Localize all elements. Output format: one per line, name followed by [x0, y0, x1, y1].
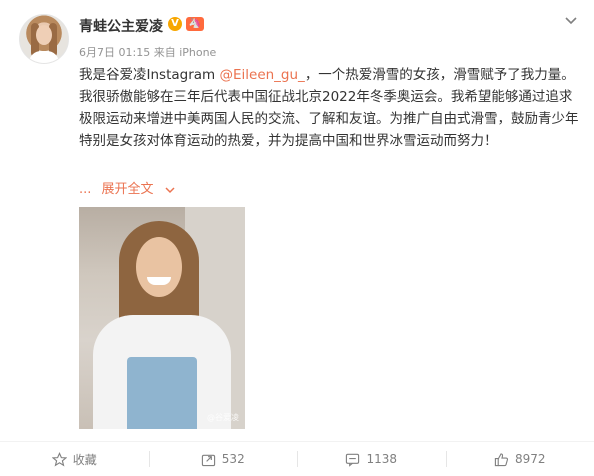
rank-badge-icon[interactable]: 🦄 [186, 17, 204, 31]
avatar[interactable] [19, 14, 69, 64]
post-source: 来自 iPhone [153, 46, 217, 59]
chevron-down-icon[interactable] [563, 12, 579, 28]
expand-dots: ... [79, 182, 92, 197]
action-bar: 收藏 532 1138 8972 [0, 442, 594, 476]
verified-badge-icon: V [168, 17, 182, 31]
repost-button[interactable]: 532 [148, 442, 298, 476]
like-button[interactable]: 8972 [445, 442, 594, 476]
favorite-button[interactable]: 收藏 [0, 442, 149, 476]
repost-count: 532 [221, 452, 245, 466]
post-content: 我是谷爱凌Instagram @Eileen_gu_，一个热爱滑雪的女孩，滑雪赋… [79, 64, 579, 152]
thumbs-up-icon [494, 452, 509, 466]
comment-count: 1138 [366, 452, 398, 466]
weibo-post-card: 青蛙公主爱凌 V 🦄 6月7日 01:15 来自 iPhone 我是谷爱凌Ins… [0, 0, 594, 476]
image-watermark: @谷爱凌 [207, 413, 239, 422]
mention-link[interactable]: @Eileen_gu_ [219, 67, 304, 83]
post-meta: 6月7日 01:15 来自 iPhone [79, 44, 216, 60]
favorite-label: 收藏 [72, 452, 97, 467]
post-timestamp[interactable]: 6月7日 01:15 [79, 46, 150, 59]
repost-icon [201, 454, 215, 466]
username[interactable]: 青蛙公主爱凌 [79, 16, 163, 36]
comment-button[interactable]: 1138 [297, 442, 446, 476]
expand-full-text-link[interactable]: ... 展开全文 [79, 178, 176, 197]
like-count: 8972 [514, 452, 546, 466]
expand-label: 展开全文 [101, 182, 154, 197]
chevron-down-icon [165, 186, 175, 193]
star-icon [51, 451, 67, 467]
post-image[interactable]: @谷爱凌 [79, 207, 245, 429]
post-text-start: 我是谷爱凌Instagram [79, 67, 220, 83]
comment-icon [346, 453, 360, 467]
